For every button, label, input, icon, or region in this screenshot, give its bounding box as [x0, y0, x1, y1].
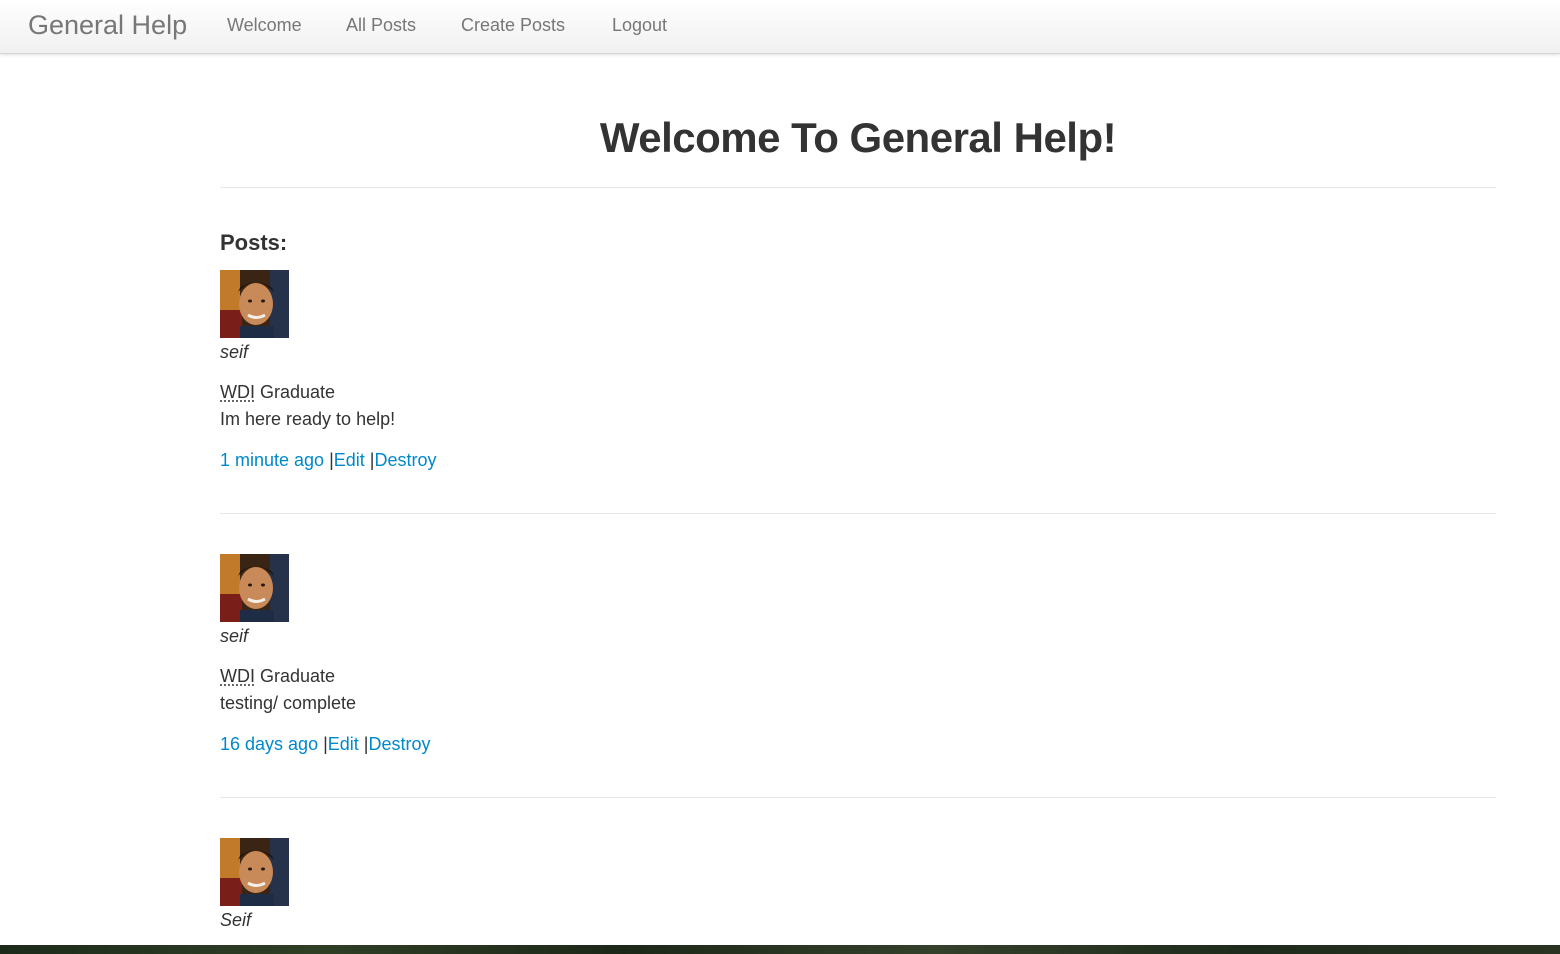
brand-link[interactable]: General Help: [28, 10, 187, 41]
user-photo-icon: [220, 838, 289, 906]
destroy-link[interactable]: Destroy: [374, 450, 436, 470]
separator: |: [318, 734, 328, 754]
post-meta: 1 minute ago |Edit |Destroy: [220, 450, 437, 471]
post-author: seif: [220, 626, 249, 646]
top-navbar: General Help Welcome All Posts Create Po…: [0, 0, 1560, 54]
avatar-icon: [220, 838, 289, 906]
nav-welcome[interactable]: Welcome: [227, 15, 302, 36]
author-role: WDI Graduate: [220, 666, 335, 687]
role-text: Graduate: [255, 382, 336, 402]
user-photo-icon: [220, 270, 289, 338]
post-time-link[interactable]: 16 days ago: [220, 734, 318, 754]
nav-create-posts[interactable]: Create Posts: [461, 15, 565, 36]
user-photo-icon: [220, 554, 289, 622]
post-content: testing/ complete: [220, 693, 357, 713]
role-abbreviation: WDI: [220, 666, 255, 686]
post-author: Seif: [220, 910, 252, 930]
post-divider: [220, 513, 1496, 514]
desktop-background-strip: [0, 945, 1560, 954]
destroy-link[interactable]: Destroy: [368, 734, 430, 754]
post-author: seif: [220, 342, 249, 362]
page-title: Welcome To General Help!: [599, 114, 1117, 161]
nav-all-posts[interactable]: All Posts: [346, 15, 416, 36]
post-meta: 16 days ago |Edit |Destroy: [220, 734, 431, 755]
edit-link[interactable]: Edit: [334, 450, 365, 470]
posts-heading: Posts:: [220, 230, 288, 255]
post-divider: [220, 797, 1496, 798]
post-content: Im here ready to help!: [220, 409, 396, 429]
nav-logout[interactable]: Logout: [612, 15, 667, 36]
title-divider: [220, 187, 1496, 188]
role-abbreviation: WDI: [220, 382, 255, 402]
separator: |: [324, 450, 334, 470]
avatar-icon: [220, 270, 289, 338]
author-role: WDI Graduate: [220, 382, 335, 403]
avatar-icon: [220, 554, 289, 622]
edit-link[interactable]: Edit: [328, 734, 359, 754]
role-text: Graduate: [255, 666, 336, 686]
post-time-link[interactable]: 1 minute ago: [220, 450, 324, 470]
